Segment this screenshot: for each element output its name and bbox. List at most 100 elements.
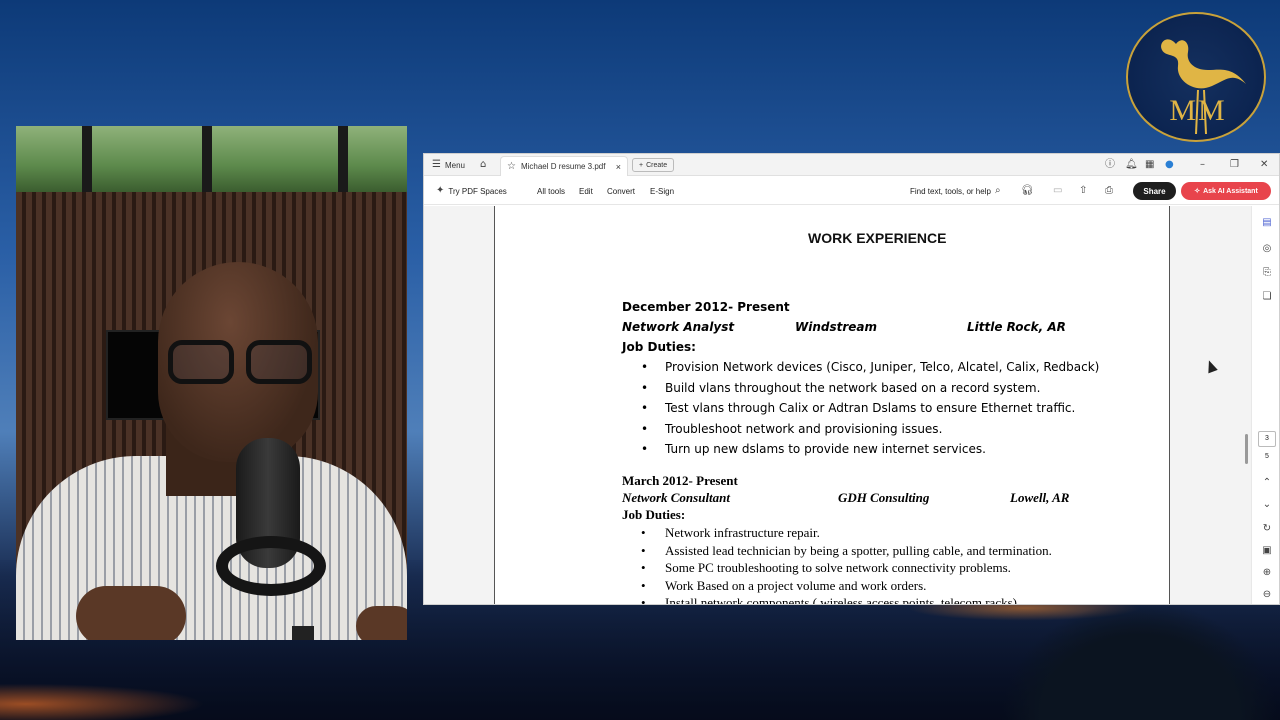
copy-icon[interactable]: ❏ (1260, 290, 1274, 304)
hand-left (76, 586, 186, 640)
bookmark-icon[interactable]: ⎘ (1260, 266, 1274, 280)
ai-assistant-label: Ask AI Assistant (1203, 187, 1258, 195)
ai-summary-icon[interactable]: ◎ (1260, 242, 1274, 256)
webcam-feed (16, 126, 407, 640)
edit-button[interactable]: Edit (579, 177, 593, 205)
chevron-up-icon[interactable]: ⌃ (1260, 476, 1274, 490)
profile-icon: ● (1165, 159, 1174, 170)
list-item: Build vlans throughout the network based… (641, 381, 1099, 402)
menu-button[interactable]: ☰ Menu (432, 154, 465, 176)
page-icon[interactable]: ▣ (1260, 544, 1274, 558)
list-item: Assisted lead technician by being a spot… (641, 543, 1052, 561)
job1-location: Little Rock, AR (967, 320, 1066, 334)
search-field[interactable]: Find text, tools, or help ⌕ (910, 177, 1001, 205)
profile-button[interactable]: ● (1165, 154, 1174, 176)
vertical-scrollbar[interactable] (1245, 434, 1248, 464)
glasses (168, 340, 314, 386)
list-item: Network infrastructure repair. (641, 525, 1052, 543)
list-item: Provision Network devices (Cisco, Junipe… (641, 360, 1099, 381)
help-button[interactable]: ⓘ (1105, 154, 1115, 176)
list-item: Troubleshoot network and provisioning is… (641, 422, 1099, 443)
list-item: Work Based on a project volume and work … (641, 578, 1052, 596)
help-icon: ⓘ (1105, 159, 1115, 170)
chevron-down-icon[interactable]: ⌄ (1260, 498, 1274, 512)
job1-duties-label: Job Duties: (622, 340, 696, 354)
current-page-field[interactable]: 3 (1258, 431, 1276, 447)
pdf-viewer-window: ☰ Menu ⌂ ☆ Michael D resume 3.pdf × + Cr… (423, 153, 1280, 605)
main-toolbar: ✦ Try PDF Spaces All tools Edit Convert … (424, 177, 1279, 205)
pdf-page: WORK EXPERIENCE December 2012- Present N… (494, 206, 1170, 604)
job2-company: GDH Consulting (838, 490, 930, 505)
list-item: Install network components ( wireless ac… (641, 595, 1052, 604)
maximize-icon: ❐ (1230, 159, 1239, 170)
save-button[interactable]: ▭ (1053, 177, 1062, 205)
maximize-button[interactable]: ❐ (1230, 154, 1239, 176)
logo-text: MM (1169, 94, 1227, 127)
refresh-icon[interactable]: ↻ (1260, 522, 1274, 536)
zoom-out-icon[interactable]: ⊖ (1260, 588, 1274, 602)
job1-company: Windstream (795, 320, 878, 334)
save-icon: ▭ (1053, 185, 1063, 196)
search-icon: ⌕ (994, 185, 1001, 196)
apps-icon: ▦ (1145, 159, 1155, 170)
print-button[interactable]: ⎙ (1105, 177, 1113, 205)
microphone-arm (292, 626, 314, 640)
close-window-button[interactable]: ✕ (1260, 154, 1268, 176)
list-item: Turn up new dslams to provide new intern… (641, 442, 1099, 463)
comment-icon[interactable]: ▤ (1260, 216, 1274, 230)
background-trees (1000, 600, 1280, 720)
job1-dates: December 2012- Present (622, 300, 790, 314)
home-icon: ⌂ (480, 159, 487, 170)
read-aloud-button[interactable]: 🎧︎ (1021, 177, 1034, 205)
window-trees (16, 126, 407, 192)
hand-right (356, 606, 407, 640)
apps-button[interactable]: ▦ (1145, 154, 1154, 176)
job2-location: Lowell, AR (1010, 490, 1070, 505)
upload-icon: ⇧ (1079, 185, 1088, 196)
tab-title: Michael D resume 3.pdf (520, 162, 606, 171)
ai-assistant-button[interactable]: ✧ Ask AI Assistant (1181, 182, 1271, 200)
share-button[interactable]: Share (1133, 182, 1176, 200)
notifications-button[interactable]: 🔔︎ (1125, 154, 1138, 176)
spaces-icon: ✦ (436, 185, 445, 196)
create-button[interactable]: + Create (632, 158, 675, 172)
close-icon: ✕ (1260, 159, 1269, 170)
list-item: Some PC troubleshooting to solve network… (641, 560, 1052, 578)
headphones-icon: 🎧︎ (1021, 185, 1034, 196)
try-spaces-label: Try PDF Spaces (448, 186, 507, 196)
tab-document[interactable]: ☆ Michael D resume 3.pdf × (500, 156, 628, 176)
job2-duties-label: Job Duties: (622, 507, 686, 522)
home-button[interactable]: ⌂ (480, 154, 486, 176)
minimize-button[interactable]: – (1200, 154, 1205, 176)
print-icon: ⎙ (1105, 185, 1113, 196)
create-label: Create (646, 161, 668, 169)
bell-icon: 🔔︎ (1125, 159, 1138, 170)
job2-duties-list: Network infrastructure repair. Assisted … (641, 525, 1052, 604)
section-title: WORK EXPERIENCE (808, 230, 947, 246)
upload-button[interactable]: ⇧ (1079, 177, 1087, 205)
menu-icon: ☰ (432, 159, 441, 170)
list-item: Test vlans through Calix or Adtran Dslam… (641, 401, 1099, 422)
job2-dates: March 2012- Present (622, 473, 738, 488)
zoom-in-icon[interactable]: ⊕ (1260, 566, 1274, 580)
tab-close-button[interactable]: × (616, 162, 621, 172)
search-placeholder: Find text, tools, or help (910, 186, 991, 196)
star-icon[interactable]: ☆ (507, 161, 516, 172)
plus-icon: + (639, 161, 644, 169)
all-tools-button[interactable]: All tools (537, 177, 565, 205)
right-rail: ▤ ◎ ⎘ ❏ 3 5 ⌃ ⌄ ↻ ▣ ⊕ ⊖ (1251, 206, 1279, 604)
job1-duties-list: Provision Network devices (Cisco, Junipe… (641, 360, 1099, 463)
job1-title: Network Analyst (622, 320, 735, 334)
document-canvas[interactable]: WORK EXPERIENCE December 2012- Present N… (424, 206, 1251, 604)
convert-button[interactable]: Convert (607, 177, 635, 205)
microphone-mount (216, 536, 326, 596)
flamingo-logo: MM (1126, 12, 1266, 142)
try-pdf-spaces-button[interactable]: ✦ Try PDF Spaces (436, 177, 507, 205)
esign-button[interactable]: E-Sign (650, 177, 674, 205)
minimize-icon: – (1200, 159, 1205, 170)
total-pages: 5 (1265, 453, 1269, 460)
ai-icon: ✧ (1194, 188, 1201, 195)
menu-label: Menu (444, 160, 465, 170)
job2-title: Network Consultant (622, 490, 731, 505)
title-bar: ☰ Menu ⌂ ☆ Michael D resume 3.pdf × + Cr… (424, 154, 1279, 176)
